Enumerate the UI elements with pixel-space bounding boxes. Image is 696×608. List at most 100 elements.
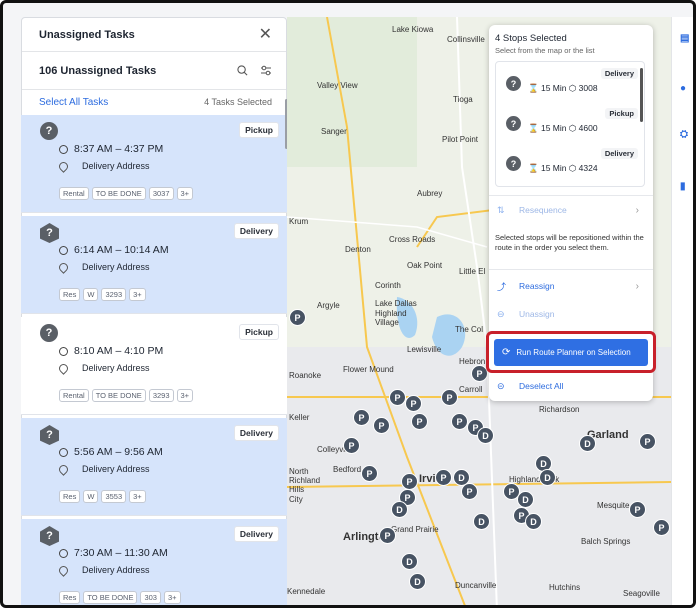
- stops-scrollbar[interactable]: [640, 68, 643, 122]
- location-pin-icon: [57, 563, 70, 577]
- map-stop-pin[interactable]: P: [441, 389, 458, 406]
- selection-row: Select All Tasks 4 Tasks Selected: [22, 90, 286, 114]
- task-chip: Rental: [59, 389, 89, 402]
- stop-duration: 15 Min: [540, 163, 567, 173]
- map-label: Pilot Point: [442, 135, 479, 144]
- selection-title: 4 Stops Selected: [495, 33, 567, 44]
- selected-stop[interactable]: ? Delivery ⌛ 15 Min ⬡ 4324: [496, 146, 638, 182]
- map-stop-pin[interactable]: P: [629, 501, 646, 518]
- close-icon[interactable]: ✕: [259, 26, 272, 43]
- unassign-button[interactable]: ⊖ Unassign: [489, 301, 653, 327]
- map-label: The Col: [455, 325, 484, 334]
- map-stop-pin[interactable]: P: [639, 433, 656, 450]
- deselect-all-button[interactable]: ⊝ Deselect All: [489, 373, 653, 399]
- stop-number: 4600: [578, 123, 598, 133]
- unassign-icon: ⊖: [497, 308, 505, 319]
- map-stop-pin[interactable]: D: [409, 573, 426, 590]
- task-card[interactable]: ? Delivery 6:14 AM – 10:14 AM Delivery A…: [21, 216, 287, 314]
- map-stop-pin[interactable]: P: [373, 417, 390, 434]
- cube-icon: ⬡: [568, 163, 577, 173]
- user-icon[interactable]: ●: [680, 83, 692, 95]
- map-label: North Richland Hills: [289, 467, 321, 494]
- map-stop-pin[interactable]: D: [477, 427, 494, 444]
- task-card[interactable]: ? Delivery 7:30 AM – 11:30 AM Delivery A…: [21, 519, 287, 605]
- task-chip: 3+: [129, 288, 146, 301]
- task-chip: TO BE DONE: [91, 389, 146, 402]
- map-label: Seagoville: [623, 589, 660, 598]
- selected-stop[interactable]: ? Delivery ⌛ 15 Min ⬡ 3008: [496, 66, 638, 102]
- task-time-window: 5:56 AM – 9:56 AM: [74, 446, 163, 458]
- map-stop-pin[interactable]: D: [391, 501, 408, 518]
- map-stop-pin[interactable]: D: [473, 513, 490, 530]
- task-chips: Res W 3553 3+: [59, 490, 146, 503]
- unknown-stop-icon: ?: [40, 223, 59, 243]
- map-stop-pin[interactable]: D: [539, 469, 556, 486]
- task-chips: Rental TO BE DONE 3037 3+: [59, 187, 194, 200]
- map-label: Tioga: [453, 95, 473, 104]
- map-label: Corinth: [375, 281, 401, 290]
- map-label: Kennedale: [287, 587, 326, 596]
- divider: [489, 269, 653, 270]
- map-stop-pin[interactable]: P: [353, 409, 370, 426]
- clock-icon: [59, 548, 68, 558]
- task-address: Delivery Address: [82, 161, 150, 171]
- search-icon[interactable]: [237, 65, 248, 76]
- map-stop-pin[interactable]: P: [389, 389, 406, 406]
- select-all-link[interactable]: Select All Tasks: [39, 97, 108, 108]
- reassign-label: Reassign: [519, 281, 555, 291]
- map-stop-pin[interactable]: P: [411, 413, 428, 430]
- map-stop-pin[interactable]: P: [653, 519, 670, 536]
- task-chips: Res TO BE DONE 303 3+: [59, 591, 181, 604]
- selected-stop[interactable]: ? Pickup ⌛ 15 Min ⬡ 4600: [496, 106, 638, 142]
- map-label: Duncanville: [455, 581, 497, 590]
- panel-title: Unassigned Tasks: [39, 28, 135, 41]
- map-label: Valley View: [317, 81, 358, 90]
- task-type-badge: Delivery: [233, 223, 279, 239]
- task-chips: Res W 3293 3+: [59, 288, 146, 301]
- map-stop-pin[interactable]: P: [343, 437, 360, 454]
- task-chips: Rental TO BE DONE 3293 3+: [59, 389, 194, 402]
- stop-type-badge: Pickup: [605, 108, 638, 119]
- chevron-right-icon: ›: [635, 204, 639, 216]
- reassign-icon: ⤴: [497, 281, 507, 292]
- resequence-icon: ⇅: [497, 204, 505, 215]
- route-icon[interactable]: ⛭: [680, 129, 692, 141]
- map-stop-pin[interactable]: P: [461, 483, 478, 500]
- cube-icon: ⬡: [568, 123, 577, 133]
- map-stop-pin[interactable]: D: [517, 491, 534, 508]
- task-card[interactable]: ? Pickup 8:10 AM – 4:10 PM Delivery Addr…: [21, 317, 287, 415]
- map-label: Keller: [289, 413, 310, 422]
- stop-type-badge: Delivery: [600, 68, 638, 79]
- task-address: Delivery Address: [82, 464, 150, 474]
- bar-chart-icon[interactable]: ▮: [680, 181, 692, 193]
- task-type-badge: Delivery: [233, 425, 279, 441]
- map-stop-pin[interactable]: P: [379, 527, 396, 544]
- document-icon[interactable]: ▤: [680, 33, 692, 45]
- reassign-button[interactable]: ⤴ Reassign ›: [489, 273, 653, 299]
- map-label: Lake Dallas: [375, 299, 417, 308]
- map-label: Hutchins: [549, 583, 581, 592]
- map-stop-pin[interactable]: D: [401, 553, 418, 570]
- task-card[interactable]: ? Pickup 8:37 AM – 4:37 PM Delivery Addr…: [21, 115, 287, 213]
- deselect-icon: ⊝: [497, 380, 505, 391]
- task-card[interactable]: ? Delivery 5:56 AM – 9:56 AM Delivery Ad…: [21, 418, 287, 516]
- selected-stops-list: ? Delivery ⌛ 15 Min ⬡ 3008 ? Pickup ⌛ 15…: [495, 61, 645, 187]
- filter-icon[interactable]: [260, 65, 272, 76]
- map-stop-pin[interactable]: P: [361, 465, 378, 482]
- task-chip: TO BE DONE: [83, 591, 138, 604]
- map-stop-pin[interactable]: P: [435, 469, 452, 486]
- map-stop-pin[interactable]: D: [525, 513, 542, 530]
- map-label: Krum: [289, 217, 309, 226]
- map-stop-pin[interactable]: P: [289, 309, 306, 326]
- resequence-button[interactable]: ⇅ Resequence ›: [489, 197, 653, 223]
- selection-subtitle: Select from the map or the list: [495, 46, 595, 55]
- map-stop-pin[interactable]: P: [451, 413, 468, 430]
- map-stop-pin[interactable]: P: [401, 473, 418, 490]
- map-label: Mesquite: [597, 501, 630, 510]
- map-label: Richardson: [539, 405, 580, 414]
- location-pin-icon: [57, 462, 70, 476]
- map-label: Argyle: [317, 301, 340, 310]
- unknown-stop-icon: ?: [506, 76, 521, 91]
- map-stop-pin[interactable]: P: [405, 395, 422, 412]
- map-stop-pin[interactable]: D: [579, 435, 596, 452]
